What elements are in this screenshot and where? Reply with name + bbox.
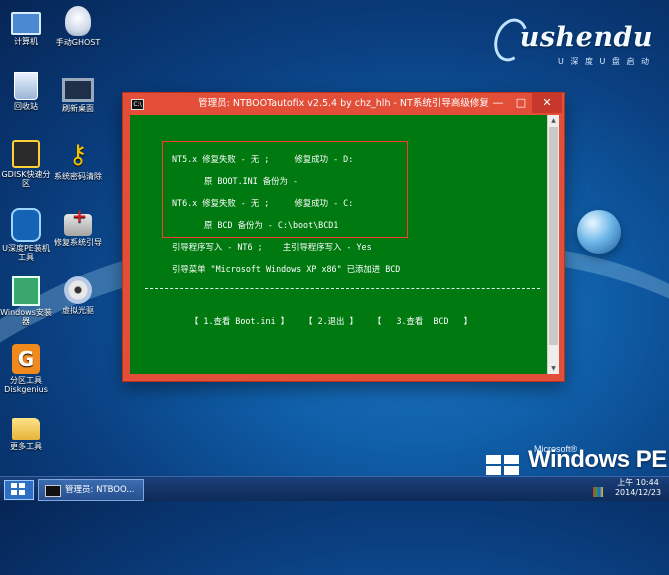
diskgenius-icon: G [12, 344, 40, 374]
desktop-icon-label: GDISK快速分区 [1, 170, 51, 188]
desktop-icon-label: 修复系统引导 [54, 238, 102, 247]
window-titlebar[interactable]: C:\ 管理员: NTBOOTautofix v2.5.4 by chz_hlh… [123, 93, 564, 115]
desktop-icon-ghost[interactable]: 手动GHOST [52, 6, 104, 47]
console-menu-options: 【 1.查看 Boot.ini 】 【 2.退出 】 【 3.查看 BCD 】 [190, 316, 473, 326]
desktop-icon-label: 分区工具Diskgenius [4, 376, 48, 394]
desktop-icon-password-clear[interactable]: ⚷ 系统密码清除 [52, 140, 104, 181]
desktop-icon-boot-repair[interactable]: 修复系统引导 [52, 208, 104, 247]
ghost-icon [65, 6, 91, 36]
desktop-icon-diskgenius[interactable]: G 分区工具Diskgenius [0, 344, 52, 394]
console-scrollbar[interactable]: ▲ ▼ [547, 115, 559, 374]
desktop-icon-label: 回收站 [14, 102, 38, 111]
console-separator [145, 288, 540, 289]
desktop-icon-label: 系统密码清除 [54, 172, 102, 181]
taskbar-item-console[interactable]: 管理员: NTBOO... [38, 479, 144, 501]
desktop-icon-label: 计算机 [14, 37, 38, 46]
desktop-icon-label: U深度PE装机工具 [2, 244, 50, 262]
clock-date: 2014/12/23 [614, 488, 662, 497]
close-button[interactable]: ✕ [532, 93, 562, 113]
desktop-icon-recycle-bin[interactable]: 回收站 [0, 72, 52, 111]
boot-menu-line: 引导菜单 "Microsoft Windows XP x86" 已添加进 BCD [172, 264, 401, 274]
nt5-result-line: NT5.x 修复失败 - 无 ; 修复成功 - D: [172, 154, 354, 164]
key-icon: ⚷ [68, 140, 88, 170]
cd-icon [64, 276, 92, 304]
setup-icon [12, 276, 40, 306]
desktop-icon-more-tools[interactable]: 更多工具 [0, 412, 52, 451]
desktop-icon-label: 虚拟光驱 [62, 306, 94, 315]
desktop-icon-refresh[interactable]: 刷新桌面 [52, 72, 104, 113]
clock-time: 上午 10:44 [617, 478, 659, 487]
nt5-backup-line: 原 BOOT.INI 备份为 - [204, 176, 299, 186]
taskbar: 管理员: NTBOO... [0, 476, 669, 501]
nt6-result-line: NT6.x 修复失败 - 无 ; 修复成功 - C: [172, 198, 354, 208]
computer-icon [11, 12, 41, 35]
folder-icon [12, 418, 40, 440]
scrollbar-thumb[interactable] [549, 127, 558, 345]
toolbox-icon [64, 212, 92, 236]
desktop-icon-windows-installer[interactable]: Windows安装器 [0, 276, 52, 326]
desktop-icon-label: 手动GHOST [55, 38, 101, 47]
taskbar-clock[interactable]: 上午 10:44 2014/12/23 [608, 478, 668, 498]
windows-logo-icon [486, 455, 520, 475]
desktop-icon-label: 更多工具 [10, 442, 42, 451]
boot-write-line: 引导程序写入 - NT6 ; 主引导程序写入 - Yes [172, 242, 372, 252]
start-button[interactable] [4, 480, 34, 500]
nt6-backup-line: 原 BCD 备份为 - C:\boot\BCD1 [204, 220, 339, 230]
console-window[interactable]: C:\ 管理员: NTBOOTautofix v2.5.4 by chz_hlh… [123, 93, 564, 381]
desktop-icon-virtual-cd[interactable]: 虚拟光驱 [52, 276, 104, 315]
desktop-icon-label: 刷新桌面 [62, 104, 94, 113]
desktop-icon-computer[interactable]: 计算机 [0, 6, 52, 46]
recycle-bin-icon [14, 72, 38, 100]
maximize-button[interactable]: □ [510, 93, 532, 113]
desktop-icon-label: Windows安装器 [0, 308, 52, 326]
wallpaper-water-drop [577, 210, 621, 254]
console-app-icon [45, 485, 61, 497]
usd-installer-icon [11, 208, 41, 242]
console-output[interactable]: NT5.x 修复失败 - 无 ; 修复成功 - D: 原 BOOT.INI 备份… [130, 115, 547, 374]
desktop-icon-pe-installer[interactable]: U深度PE装机工具 [0, 208, 52, 262]
taskbar-item-label: 管理员: NTBOO... [65, 485, 135, 495]
tray-app-icon[interactable] [593, 487, 603, 497]
brand-subtitle: U 深 度 U 盘 启 动 [558, 57, 651, 66]
monitor-icon [62, 78, 94, 102]
gdisk-icon [12, 140, 40, 168]
scroll-down-arrow-icon[interactable]: ▼ [548, 363, 559, 374]
desktop-icon-gdisk[interactable]: GDISK快速分区 [0, 140, 52, 188]
minimize-button[interactable]: — [487, 93, 509, 113]
brand-logo: ushendu [519, 22, 653, 53]
windows-pe-label: Windows PE [528, 446, 667, 473]
scroll-up-arrow-icon[interactable]: ▲ [548, 115, 559, 126]
